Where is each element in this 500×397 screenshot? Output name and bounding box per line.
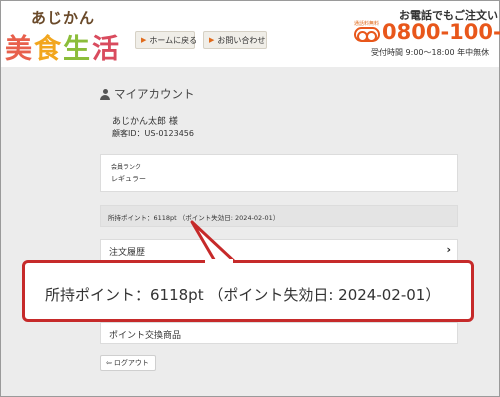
callout-text: 所持ポイント：6118pt （ポイント失効日: 2024-02-01）	[45, 286, 441, 304]
points-text: 所持ポイント：6118pt （ポイント失効日: 2024-02-01）	[108, 214, 280, 222]
customer-id: 顧客ID：US-0123456	[112, 129, 194, 138]
phone-number[interactable]: 0800-100-	[382, 20, 500, 44]
logo-char: 食	[34, 34, 63, 65]
logout-button[interactable]: ⇦ ログアウト	[100, 355, 156, 371]
site-logo[interactable]: 美食生活	[5, 27, 121, 66]
logo-char: 生	[63, 34, 92, 65]
order-history-link[interactable]: 注文履歴 ›	[100, 239, 458, 261]
point-exchange-label: ポイント交換商品	[109, 331, 182, 341]
points-summary: 所持ポイント：6118pt （ポイント失効日: 2024-02-01）	[100, 205, 458, 227]
home-button-label: ホームに戻る	[149, 35, 198, 45]
arrow-right-icon: ▶	[209, 36, 215, 44]
member-rank-label: 会員ランク	[111, 164, 142, 171]
logout-icon: ⇦	[106, 359, 112, 367]
site-header: あじかん 美食生活 ▶ ホームに戻る ▶ お問い合わせ お電話でもご注文い 通話…	[1, 1, 500, 67]
logo-char: 活	[92, 34, 121, 65]
logo-subtitle: あじかん	[31, 9, 96, 27]
arrow-right-icon: ▶	[141, 36, 147, 44]
logo-char: 美	[5, 34, 34, 65]
member-rank-card: 会員ランク レギュラー	[100, 154, 458, 192]
freedial-icon	[354, 27, 380, 42]
user-icon	[100, 88, 110, 100]
logout-button-label: ログアウト	[113, 359, 149, 367]
order-history-label: 注文履歴	[109, 248, 146, 258]
point-exchange-link[interactable]: ポイント交換商品	[100, 322, 458, 344]
home-button[interactable]: ▶ ホームに戻る	[135, 31, 198, 49]
chevron-right-icon: ›	[446, 243, 451, 256]
business-hours: 受付時間 9:00～18:00 年中無休	[371, 48, 490, 57]
contact-button-label: お問い合わせ	[217, 35, 266, 45]
contact-button[interactable]: ▶ お問い合わせ	[203, 31, 267, 49]
user-name: あじかん太郎 様	[112, 117, 178, 127]
points-callout: 所持ポイント：6118pt （ポイント失効日: 2024-02-01）	[22, 260, 474, 322]
page-title-label: マイアカウント	[114, 87, 195, 101]
toll-free-label: 通話料無料	[354, 21, 380, 27]
page-title: マイアカウント	[100, 86, 195, 102]
member-rank-value: レギュラー	[111, 175, 146, 183]
